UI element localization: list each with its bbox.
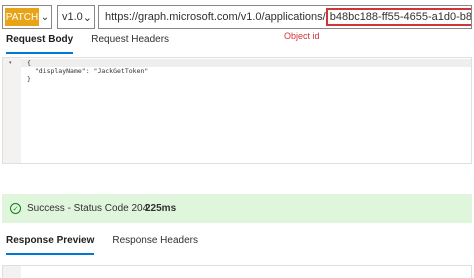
version-dropdown[interactable]: v1.0 ⌄ bbox=[57, 5, 95, 29]
request-tabs: Request Body Request Headers bbox=[0, 34, 474, 56]
tab-response-headers[interactable]: Response Headers bbox=[112, 235, 198, 257]
editor-code: { "displayName": "JackGetToken"} bbox=[27, 59, 148, 83]
response-tabs: Response Preview Response Headers bbox=[0, 235, 474, 257]
fold-icon: ▾ bbox=[9, 60, 12, 66]
response-gutter bbox=[3, 266, 21, 278]
version-label: v1.0 bbox=[62, 11, 83, 23]
response-time: 225ms bbox=[145, 203, 177, 214]
status-message: Success - Status Code 204. bbox=[27, 203, 151, 214]
code-line: "displayName": "JackGetToken" bbox=[27, 67, 149, 75]
check-circle-icon: ✓ bbox=[10, 203, 21, 214]
url-object-id-highlight: b48bc188-ff55-4655-a1d0-b8590c179a99 bbox=[325, 8, 471, 26]
status-bar: ✓ Success - Status Code 204. 225ms bbox=[2, 194, 472, 223]
http-method-dropdown[interactable]: PATCH ⌄ bbox=[2, 5, 52, 29]
code-line: { bbox=[27, 59, 31, 67]
tab-request-body[interactable]: Request Body bbox=[6, 34, 74, 56]
chevron-down-icon: ⌄ bbox=[40, 11, 50, 23]
graph-explorer-panel: PATCH ⌄ v1.0 ⌄ https://graph.microsoft.c… bbox=[0, 0, 474, 278]
response-viewer[interactable] bbox=[2, 265, 472, 278]
request-body-editor[interactable]: ▾ { "displayName": "JackGetToken"} bbox=[2, 57, 472, 164]
code-line: } bbox=[27, 75, 31, 83]
chevron-down-icon: ⌄ bbox=[82, 11, 93, 24]
http-method-label: PATCH bbox=[5, 8, 39, 26]
tab-request-headers[interactable]: Request Headers bbox=[91, 34, 169, 56]
request-url-input[interactable]: https://graph.microsoft.com/v1.0/applica… bbox=[98, 5, 472, 29]
tab-response-preview[interactable]: Response Preview bbox=[6, 235, 95, 257]
editor-gutter bbox=[3, 58, 21, 163]
url-base-text: https://graph.microsoft.com/v1.0/applica… bbox=[105, 11, 326, 23]
